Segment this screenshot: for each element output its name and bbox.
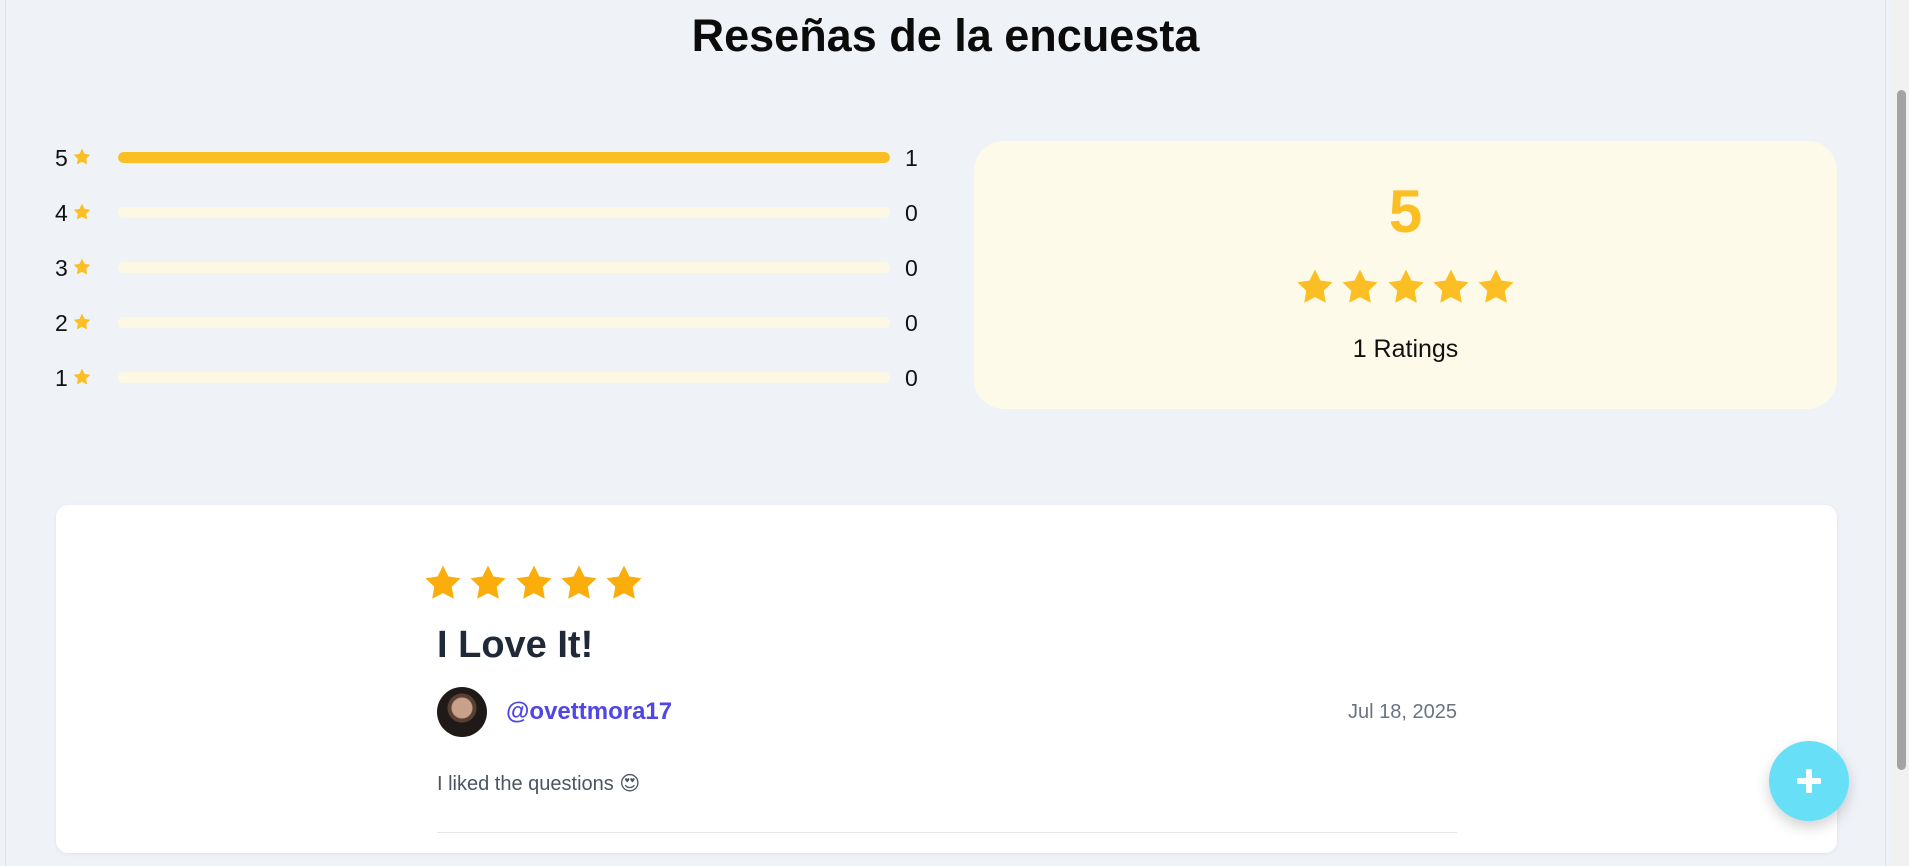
ratings-count-label: 1 Ratings [1352,335,1459,363]
star-icon [1478,269,1514,303]
divider [437,832,1457,833]
review-text: I liked the questions 😍 [437,773,641,795]
page-title: Reseñas de la encuesta [691,10,1200,61]
star-icon [606,565,642,599]
distribution-row-5: 5 1 [45,143,925,173]
review-date: Jul 18, 2025 [1348,701,1457,723]
review-card: I Love It! @ovettmora17 Jul 18, 2025 I l… [56,505,1837,853]
average-rating: 5 [1388,178,1423,245]
distribution-row-3: 3 0 [45,253,925,283]
distribution-bar-fill [118,152,890,163]
distribution-count: 0 [905,255,918,281]
distribution-bar [118,262,890,273]
distribution-star-value: 1 [55,365,68,391]
star-icon [470,565,506,599]
distribution-row-2: 2 0 [45,308,925,338]
vertical-scrollbar[interactable] [1891,0,1909,866]
star-icon [516,565,551,599]
distribution-star-value: 4 [55,200,68,226]
distribution-bar [118,372,890,383]
star-icon [73,258,91,275]
scrollbar-thumb[interactable] [1897,90,1906,770]
star-icon [73,313,91,330]
star-icon [73,148,91,165]
distribution-count: 0 [905,200,918,226]
avatar[interactable] [437,687,487,737]
star-icon [561,565,597,599]
review-stars [422,562,645,604]
distribution-star-value: 3 [55,255,68,281]
distribution-bar [118,152,890,163]
distribution-bar [118,207,890,218]
distribution-count: 1 [905,145,918,171]
star-icon [1297,269,1333,303]
star-icon [1342,269,1378,303]
star-icon [1388,269,1423,303]
plus-icon [1797,769,1821,793]
star-icon [425,565,461,599]
distribution-count: 0 [905,365,918,391]
star-icon [1433,269,1469,303]
star-icon [73,368,91,385]
rating-summary-card: 5 1 Ratings [974,141,1837,409]
review-title: I Love It! [437,624,594,666]
distribution-bar [118,317,890,328]
page-right-border [1885,0,1886,866]
average-stars [1294,266,1517,308]
distribution-star-value: 2 [55,310,68,336]
distribution-row-4: 4 0 [45,198,925,228]
star-icon [73,203,91,220]
distribution-count: 0 [905,310,918,336]
distribution-star-value: 5 [55,145,68,171]
review-author-link[interactable]: @ovettmora17 [506,697,672,727]
add-review-button[interactable] [1769,741,1849,821]
distribution-row-1: 1 0 [45,363,925,393]
page-left-border [5,0,6,866]
